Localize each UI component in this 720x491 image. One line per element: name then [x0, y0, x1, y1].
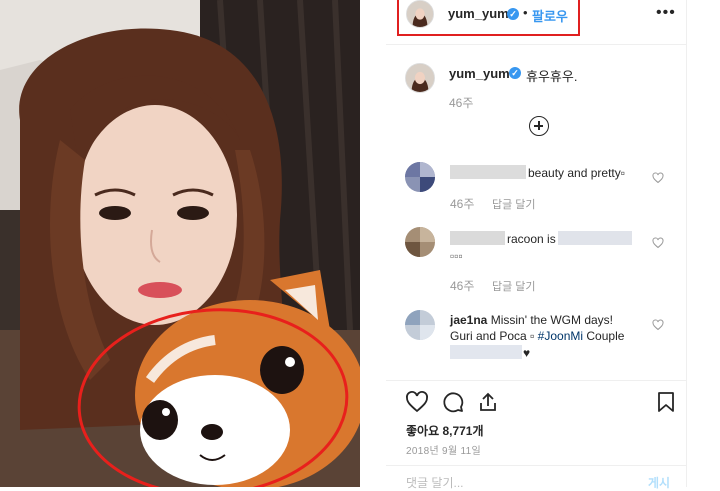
caption-time[interactable]: 46주	[449, 94, 473, 111]
hashtag-link[interactable]: #JoonMi	[538, 329, 583, 343]
post-date: 2018년 9월 11일	[406, 446, 481, 457]
like-count[interactable]: 좋아요 8,771개	[406, 422, 484, 439]
comment-avatar[interactable]	[405, 227, 435, 257]
pixelated-avatar	[405, 162, 435, 192]
post-comment-button[interactable]: 게시	[648, 474, 670, 491]
comment-text: racoon is	[507, 232, 556, 246]
caption-text: 휴우휴우.	[526, 69, 578, 84]
blurred-username	[450, 231, 505, 245]
comment-avatar[interactable]	[405, 162, 435, 192]
comment-time[interactable]: 46주	[450, 195, 474, 212]
reply-button[interactable]: 답글 달기	[492, 278, 536, 294]
post-header: yum_yum ✓ • 팔로우 •••	[386, 0, 686, 45]
comment-heart-emoji: ♥	[523, 346, 531, 360]
blurred-text	[450, 345, 522, 359]
blurred-text	[558, 231, 632, 245]
heart-icon[interactable]	[405, 390, 429, 414]
comment-time[interactable]: 46주	[450, 277, 474, 294]
heart-icon[interactable]	[652, 237, 664, 249]
caption-avatar[interactable]	[405, 63, 435, 93]
pixelated-avatar	[405, 227, 435, 257]
comment-icon[interactable]	[441, 390, 465, 414]
comment-line1: Missin' the WGM days!	[490, 313, 614, 327]
heart-icon[interactable]	[652, 172, 664, 184]
action-divider	[386, 380, 686, 381]
bookmark-icon[interactable]	[654, 390, 678, 414]
comment-text: jae1na Missin' the WGM days!	[450, 313, 613, 327]
share-icon[interactable]	[476, 390, 500, 414]
pixelated-avatar	[405, 310, 435, 340]
caption-avatar-image	[406, 64, 434, 92]
post-photo-illustration	[0, 0, 360, 487]
heart-icon[interactable]	[652, 319, 664, 331]
reply-button[interactable]: 답글 달기	[492, 196, 536, 212]
comment-text-line2: ▫▫▫	[450, 249, 463, 263]
comment-symbol: ▫	[530, 329, 535, 343]
comment-avatar[interactable]	[405, 310, 435, 340]
add-comment-input[interactable]: 댓글 달기...	[406, 474, 464, 491]
more-options-icon[interactable]: •••	[656, 4, 676, 22]
panel-gap	[360, 0, 386, 487]
comment-text: beauty and pretty▫	[528, 166, 625, 180]
plus-circle-icon[interactable]	[529, 116, 549, 136]
comment-line2a: Guri and Poca	[450, 329, 527, 343]
post-photo[interactable]	[0, 0, 360, 487]
post-side-panel: yum_yum ✓ • 팔로우 ••• yum_yum ✓ 휴우휴우. 46주 …	[386, 0, 720, 490]
comment-symbol: ▫	[620, 166, 625, 180]
comment-username[interactable]: jae1na	[450, 313, 487, 327]
red-highlight-annotation	[397, 0, 580, 36]
comment-text-line2: Guri and Poca ▫ #JoonMi Couple	[450, 329, 624, 343]
comment-body: beauty and pretty	[528, 166, 621, 180]
verified-badge-icon: ✓	[509, 67, 521, 79]
caption-username[interactable]: yum_yum	[449, 66, 510, 81]
blurred-username	[450, 165, 526, 179]
panel-edge	[686, 0, 687, 487]
comment-line2b: Couple	[586, 329, 625, 343]
